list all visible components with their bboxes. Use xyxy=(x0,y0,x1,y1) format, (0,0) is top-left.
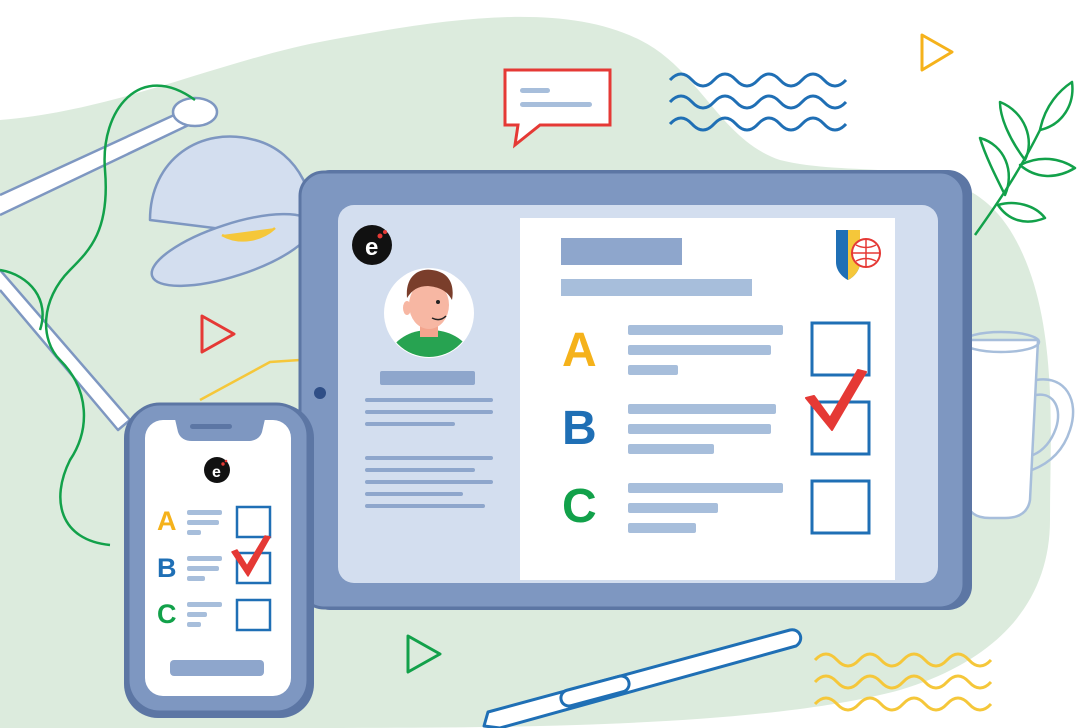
option-letter: A xyxy=(562,324,597,377)
option-letter: B xyxy=(562,402,597,455)
option-text-line xyxy=(628,424,771,434)
option-letter: A xyxy=(157,506,177,536)
profile-line xyxy=(365,468,475,472)
play-icon xyxy=(920,33,954,72)
option-text-line xyxy=(628,325,783,335)
option-text-line xyxy=(628,444,714,454)
mug-icon xyxy=(961,330,1075,520)
svg-text:e: e xyxy=(212,464,221,481)
profile-line xyxy=(365,422,455,426)
option-text-line xyxy=(628,483,783,493)
phone: e A B C xyxy=(124,402,314,718)
option-letter: C xyxy=(562,480,597,533)
option-letter: B xyxy=(157,553,177,583)
option-text-line xyxy=(628,503,718,513)
option-text-line xyxy=(628,365,678,375)
profile-name-bar xyxy=(380,371,475,385)
option-text-line xyxy=(628,345,771,355)
profile-line xyxy=(365,492,463,496)
quiz-title-bar xyxy=(561,238,682,265)
leaf-branch-icon xyxy=(973,80,1077,236)
profile-line xyxy=(365,398,493,402)
profile-line xyxy=(365,480,493,484)
profile-line xyxy=(365,456,493,460)
illustration: e A B C e A B C xyxy=(0,16,1077,728)
quiz-subtitle-bar xyxy=(561,279,752,296)
option-text-line xyxy=(628,523,696,533)
tablet-camera xyxy=(314,387,326,399)
option-text-line xyxy=(628,404,776,414)
brand-logo-icon: e xyxy=(204,457,230,483)
phone-submit-button[interactable] xyxy=(170,660,264,676)
svg-text:e: e xyxy=(365,234,378,261)
tablet: e A B C xyxy=(298,170,972,610)
profile-line xyxy=(365,410,493,414)
option-letter: C xyxy=(157,599,177,629)
phone-notch xyxy=(175,419,265,441)
profile-line xyxy=(365,504,485,508)
brand-logo-icon: e xyxy=(352,225,392,265)
